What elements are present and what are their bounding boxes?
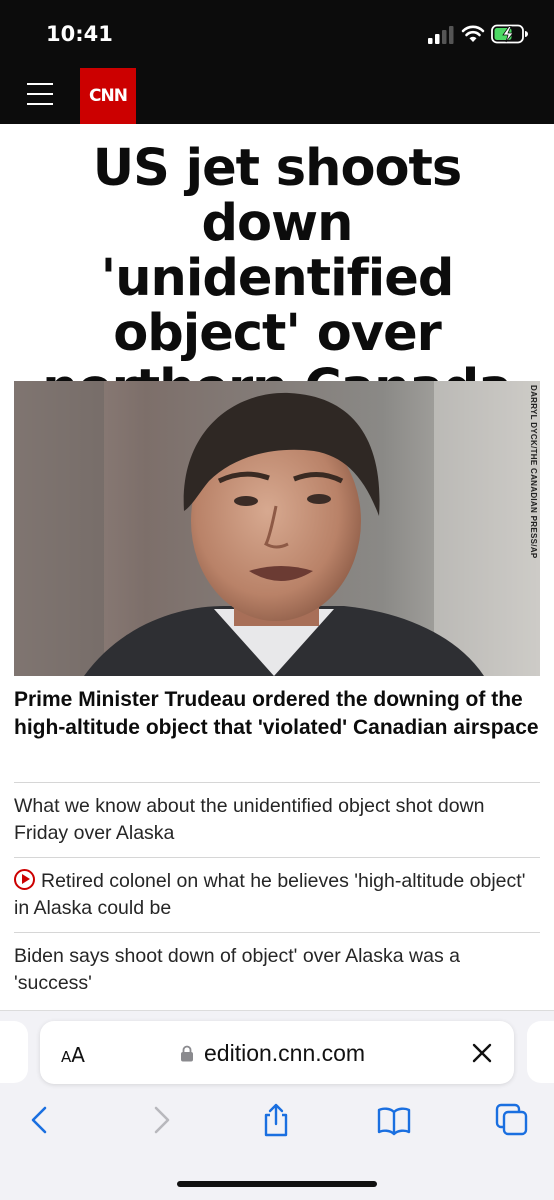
- menu-icon[interactable]: [27, 83, 53, 107]
- forward-icon[interactable]: [143, 1102, 179, 1138]
- article-photo[interactable]: DARRYL DYCK/THE CANADIAN PRESS/AP: [14, 381, 540, 676]
- next-tab-preview[interactable]: [527, 1021, 554, 1083]
- top-bar: 10:41 CNN: [0, 0, 554, 124]
- photo-caption[interactable]: Prime Minister Trudeau ordered the downi…: [14, 686, 540, 742]
- photo-credit: DARRYL DYCK/THE CANADIAN PRESS/AP: [529, 385, 538, 559]
- cnn-logo[interactable]: CNN: [80, 68, 136, 124]
- lock-icon: [181, 1045, 193, 1062]
- divider: [14, 782, 540, 783]
- home-indicator[interactable]: [177, 1181, 377, 1187]
- divider: [14, 857, 540, 858]
- related-link-2[interactable]: Retired colonel on what he believes 'hig…: [14, 868, 534, 922]
- tabs-icon[interactable]: [494, 1102, 530, 1138]
- close-icon[interactable]: [471, 1042, 493, 1064]
- play-video-icon: [14, 869, 35, 890]
- bookmarks-icon[interactable]: [376, 1102, 412, 1138]
- back-icon[interactable]: [22, 1102, 58, 1138]
- article-headline: US jet shoots down 'unidentified object'…: [42, 139, 512, 416]
- cellular-signal-icon: [428, 26, 454, 44]
- previous-tab-preview[interactable]: [0, 1021, 28, 1083]
- text-size-button[interactable]: AA: [61, 1043, 85, 1067]
- related-link-1[interactable]: What we know about the unidentified obje…: [14, 793, 534, 847]
- divider: [14, 932, 540, 933]
- related-link-3[interactable]: Biden says shoot down of object' over Al…: [14, 943, 534, 997]
- battery-charging-icon: [491, 24, 528, 44]
- trudeau-photo: [14, 381, 540, 676]
- status-time: 10:41: [46, 22, 113, 46]
- related-link-2-text: Retired colonel on what he believes 'hig…: [14, 870, 526, 919]
- wifi-icon: [461, 25, 485, 42]
- url-text[interactable]: edition.cnn.com: [204, 1040, 365, 1067]
- share-icon[interactable]: [258, 1102, 294, 1138]
